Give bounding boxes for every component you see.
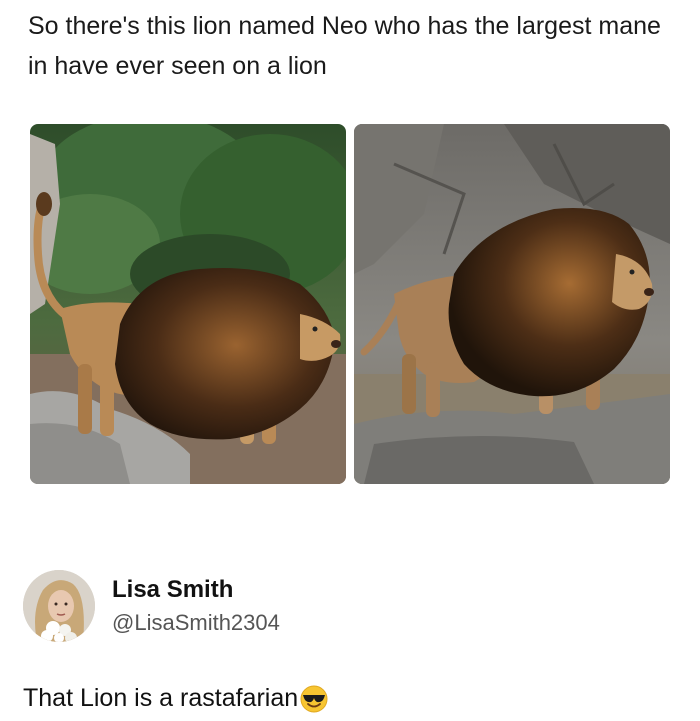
lion-photo-left-image	[30, 124, 346, 484]
reply-text: That Lion is a rastafarian	[23, 684, 328, 713]
avatar[interactable]	[23, 570, 95, 642]
smiling-face-with-sunglasses-icon	[300, 685, 328, 713]
reply-text-content: That Lion is a rastafarian	[23, 684, 299, 712]
user-handle[interactable]: @LisaSmith2304	[112, 610, 280, 636]
lion-photo-right-image	[354, 124, 670, 484]
lion-photo-left[interactable]	[30, 124, 346, 484]
lion-photo-right[interactable]	[354, 124, 670, 484]
avatar-image	[23, 570, 95, 642]
post-text: So there's this lion named Neo who has t…	[28, 12, 661, 80]
user-name[interactable]: Lisa Smith	[112, 576, 233, 604]
reply-card: Lisa Smith @LisaSmith2304 That Lion is a…	[0, 560, 700, 721]
